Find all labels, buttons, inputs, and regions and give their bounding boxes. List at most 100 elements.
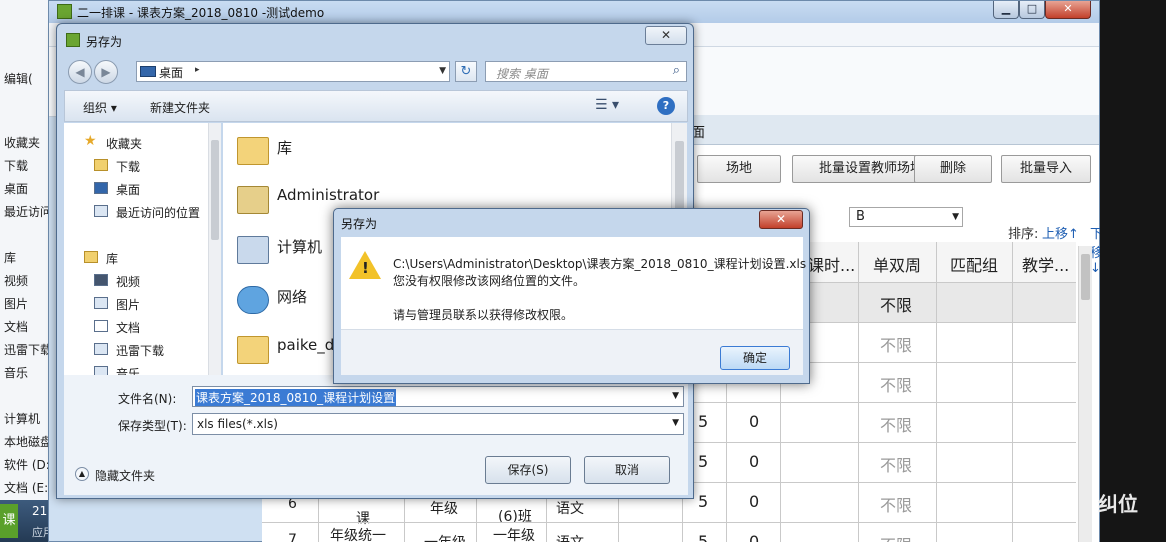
cell-class: 一年级: [493, 528, 535, 542]
help-icon[interactable]: ?: [657, 97, 675, 115]
cell-odd-even: 不限: [880, 336, 913, 355]
close-button[interactable]: ✕: [1045, 1, 1091, 19]
chevron-down-icon[interactable]: ▼: [672, 418, 679, 428]
app-logo-icon: [57, 4, 72, 19]
file-item-computer[interactable]: 计算机: [277, 236, 322, 257]
hide-folders-toggle[interactable]: ▲ 隐藏文件夹: [75, 467, 155, 484]
cell-odd-even: 不限: [880, 416, 913, 435]
left-nav-thunder[interactable]: 迅雷下载: [4, 341, 52, 358]
app-logo-icon: [66, 33, 80, 47]
nav-item-favorites[interactable]: 收藏夹: [106, 135, 142, 152]
view-options-icon[interactable]: ☰ ▾: [595, 97, 619, 113]
cell-subject: 语文: [556, 532, 584, 542]
delete-button[interactable]: 删除: [914, 155, 992, 183]
set-venue-button[interactable]: 场地: [697, 155, 781, 183]
refresh-button[interactable]: ↻: [455, 61, 477, 82]
column-header-hours[interactable]: 课时...: [808, 252, 855, 276]
nav-item-videos[interactable]: 视频: [116, 273, 140, 290]
chevron-up-icon: ▲: [75, 467, 89, 481]
library-icon: [84, 251, 98, 263]
scrollbar-thumb[interactable]: [1081, 254, 1090, 300]
nav-item-documents[interactable]: 文档: [116, 319, 140, 336]
filetype-label: 保存类型(T):: [118, 419, 187, 433]
nav-item-pictures[interactable]: 图片: [116, 296, 140, 313]
maximize-button[interactable]: □: [1019, 1, 1045, 19]
left-nav-pictures[interactable]: 图片: [4, 295, 28, 312]
breadcrumb-arrow-icon[interactable]: ▸: [195, 65, 200, 75]
left-nav-favorites[interactable]: 收藏夹: [4, 134, 40, 151]
nav-item-library[interactable]: 库: [106, 250, 118, 267]
menu-edit-fragment[interactable]: 编辑(: [4, 70, 33, 87]
file-item-administrator[interactable]: Administrator: [277, 186, 379, 204]
message-contact-admin-text: 请与管理员联系以获得修改权限。: [393, 308, 574, 322]
new-folder-button[interactable]: 新建文件夹: [150, 99, 210, 116]
documents-icon: [94, 320, 108, 332]
desktop-icon: [94, 182, 108, 194]
address-breadcrumb[interactable]: 桌面: [159, 64, 183, 81]
move-up-link[interactable]: 上移↑: [1042, 223, 1079, 242]
cell-odd-even: 不限: [880, 376, 913, 395]
library-icon: [237, 137, 269, 165]
scrollbar-thumb[interactable]: [211, 140, 219, 240]
filename-label: 文件名(N):: [118, 392, 177, 406]
nav-pane-scrollbar[interactable]: [208, 123, 221, 375]
batch-import-button[interactable]: 批量导入: [1001, 155, 1091, 183]
left-nav-computer[interactable]: 计算机: [4, 410, 40, 427]
panel-header: 面: [689, 115, 1099, 145]
column-header-teaching[interactable]: 教学...: [1022, 252, 1069, 276]
search-input[interactable]: 搜索 桌面 ⌕: [485, 61, 687, 82]
cell-weekly-hours: 5: [698, 412, 709, 431]
cell-consecutive: 0: [749, 532, 760, 542]
cancel-button[interactable]: 取消: [584, 456, 670, 484]
left-nav-local-disk[interactable]: 本地磁盘: [4, 433, 52, 450]
left-nav-music[interactable]: 音乐: [4, 364, 28, 381]
left-nav-drive-e[interactable]: 文档 (E:: [4, 479, 48, 496]
back-button[interactable]: ◀: [68, 60, 92, 84]
left-nav-downloads[interactable]: 下载: [4, 157, 28, 174]
left-nav-videos[interactable]: 视频: [4, 272, 28, 289]
warning-icon-mark: !: [362, 259, 369, 277]
chevron-down-icon[interactable]: ▼: [672, 391, 679, 401]
filetype-value: xls files(*.xls): [197, 417, 278, 431]
minimize-button[interactable]: ▁: [993, 1, 1019, 19]
left-nav-recent[interactable]: 最近访问: [4, 203, 52, 220]
nav-item-thunder-download[interactable]: 迅雷下载: [116, 342, 164, 359]
forward-button[interactable]: ▶: [94, 60, 118, 84]
file-item-paike-folder[interactable]: paike_d: [277, 336, 334, 354]
taskbar-label: 21: [32, 504, 48, 518]
cell-class: (6)班: [498, 509, 532, 525]
filename-input[interactable]: 课表方案_2018_0810_课程计划设置 ▼: [192, 386, 684, 407]
dialog-close-button[interactable]: ✕: [645, 26, 687, 45]
nav-item-recent[interactable]: 最近访问的位置: [116, 204, 200, 221]
navigation-pane: ★ 收藏夹 下载 桌面 最近访问的位置 库 视频 图片 文档 迅雷下载 音乐: [64, 123, 221, 381]
column-header-match-group[interactable]: 匹配组: [950, 252, 998, 276]
left-nav-desktop[interactable]: 桌面: [4, 180, 28, 197]
organize-menu[interactable]: 组织 ▾: [83, 99, 117, 116]
filter-select-value: B: [856, 209, 865, 224]
search-placeholder: 搜索 桌面: [496, 67, 548, 81]
dialog-close-button[interactable]: ✕: [759, 210, 803, 229]
filter-select[interactable]: B ▼: [849, 207, 963, 227]
address-bar[interactable]: 桌面 ▸ ▼: [136, 61, 450, 82]
save-button[interactable]: 保存(S): [485, 456, 571, 484]
search-icon[interactable]: ⌕: [673, 63, 680, 78]
chevron-down-icon[interactable]: ▼: [439, 66, 446, 76]
computer-icon: [237, 236, 269, 264]
file-item-library[interactable]: 库: [277, 137, 292, 158]
app-title: 二一排课 - 课表方案_2018_0810 -测试demo: [77, 6, 325, 20]
download-folder-icon: [94, 159, 108, 171]
cell-consecutive: 0: [749, 452, 760, 471]
table-vertical-scrollbar[interactable]: [1078, 246, 1092, 542]
ok-button[interactable]: 确定: [720, 346, 790, 370]
filetype-select[interactable]: xls files(*.xls) ▼: [192, 413, 684, 435]
left-nav-documents[interactable]: 文档: [4, 318, 28, 335]
column-header-odd-even-week[interactable]: 单双周: [873, 252, 921, 276]
filename-value[interactable]: 课表方案_2018_0810_课程计划设置: [195, 389, 397, 406]
left-nav-drive-d[interactable]: 软件 (D:: [4, 456, 50, 473]
cell-grade: 年级: [430, 501, 458, 517]
taskbar-app-icon[interactable]: 课: [0, 504, 18, 538]
nav-item-desktop[interactable]: 桌面: [116, 181, 140, 198]
file-item-network[interactable]: 网络: [277, 286, 307, 307]
nav-item-downloads[interactable]: 下载: [116, 158, 140, 175]
left-nav-library[interactable]: 库: [4, 249, 16, 266]
